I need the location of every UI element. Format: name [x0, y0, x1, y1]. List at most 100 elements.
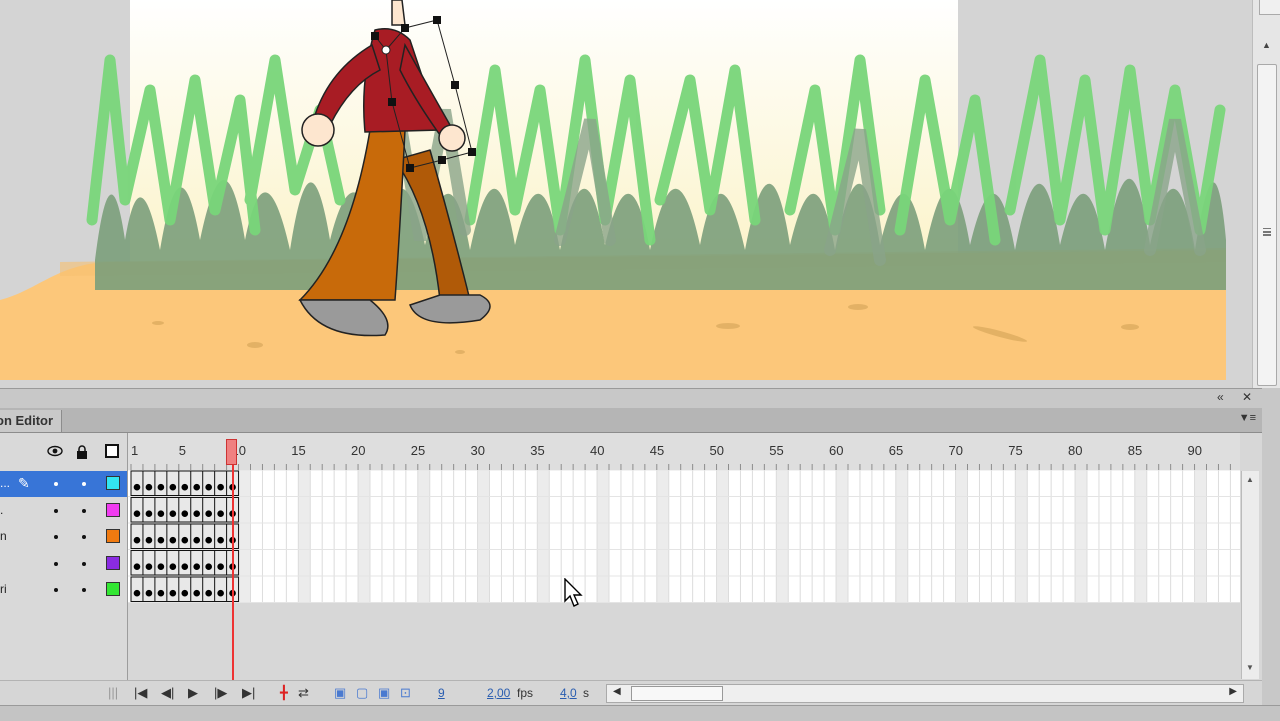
first-frame-icon[interactable]: |◀	[134, 685, 147, 701]
keyframe-dot	[145, 483, 153, 491]
keyframe-dot	[157, 483, 165, 491]
keyframe-span	[130, 470, 240, 496]
stage-vertical-scrollbar[interactable]: ▲	[1252, 0, 1280, 388]
loop-icon[interactable]: ⇄	[298, 685, 309, 701]
scroll-up-arrow-icon[interactable]: ▲	[1246, 475, 1254, 484]
outline-icon[interactable]	[105, 444, 119, 461]
play-icon[interactable]: ▶	[188, 685, 198, 701]
modify-markers-icon[interactable]: ⊡	[400, 685, 411, 701]
lock-icon[interactable]	[76, 445, 88, 462]
timeline-vertical-scrollbar[interactable]: ▲ ▼	[1241, 471, 1259, 679]
keyframe-dot	[217, 589, 224, 597]
layer-outline-color[interactable]	[106, 582, 120, 596]
keyframe-span	[130, 576, 240, 602]
frame-column-shade	[895, 470, 908, 603]
visibility-toggle[interactable]	[54, 535, 58, 539]
keyframe-dot	[157, 589, 165, 597]
frames-area[interactable]: 1 5 10 15 20 25 30 35 40 45 50 55 60 65 70 75 80 85 90	[128, 433, 1240, 680]
fps-unit: fps	[517, 686, 534, 700]
onion-outlines-icon[interactable]: ▢	[356, 685, 368, 701]
timeline-ruler[interactable]: 1 5 10 15 20 25 30 35 40 45 50 55 60 65 70 75 80 85 90	[128, 433, 1240, 470]
frame-column-shade	[238, 470, 251, 603]
scroll-left-arrow-icon[interactable]: ◀	[613, 686, 621, 697]
onion-skin-icon[interactable]: ▣	[334, 685, 346, 701]
scroll-down-arrow-icon[interactable]: ▼	[1246, 663, 1254, 672]
layer-name[interactable]: ri	[0, 582, 7, 596]
lock-toggle[interactable]	[82, 482, 86, 486]
collapse-panel-icon[interactable]: «	[1217, 390, 1224, 404]
keyframe-dot	[133, 563, 141, 571]
layer-outline-color[interactable]	[106, 476, 120, 490]
frame-column-shade	[477, 470, 490, 603]
stage-scroll-thumb[interactable]	[1257, 64, 1277, 386]
fps-value[interactable]: 2,00	[487, 686, 510, 700]
visibility-toggle[interactable]	[54, 561, 58, 566]
layer-name[interactable]: .	[0, 503, 3, 517]
playhead[interactable]	[226, 439, 238, 465]
keyframe-dot	[169, 563, 177, 571]
elapsed-time-value[interactable]: 4,0	[560, 686, 577, 700]
scroll-right-arrow-icon[interactable]: ▶	[1229, 686, 1237, 697]
keyframe-dot	[157, 563, 165, 571]
keyframe-dot	[145, 510, 153, 518]
stage-canvas[interactable]	[0, 0, 1253, 388]
frame-column-shade	[298, 470, 311, 603]
keyframe-dot	[193, 536, 201, 544]
frame-grid[interactable]	[128, 470, 1240, 605]
layer-outline-color[interactable]	[106, 529, 120, 543]
step-forward-icon[interactable]: |▶	[214, 685, 227, 701]
keyframe-dot	[169, 510, 177, 518]
close-panel-icon[interactable]: ✕	[1242, 390, 1252, 404]
current-frame-value[interactable]: 9	[438, 686, 445, 700]
resize-grip-icon: |||	[108, 685, 119, 700]
layer-outline-color[interactable]	[106, 502, 120, 517]
eye-icon[interactable]	[47, 445, 63, 460]
keyframe-dot	[217, 483, 224, 491]
step-back-icon[interactable]: ◀|	[161, 685, 174, 701]
lock-toggle[interactable]	[82, 508, 86, 513]
center-frame-icon[interactable]: ╋	[280, 685, 288, 701]
layer-row[interactable]: ri	[0, 577, 127, 603]
timeline-scroll-thumb[interactable]	[631, 686, 723, 701]
visibility-toggle[interactable]	[54, 588, 58, 592]
scroll-up-arrow-icon[interactable]: ▲	[1262, 40, 1271, 50]
frame-column-shade	[358, 470, 370, 603]
tab-label: on Editor	[0, 413, 54, 428]
keyframe-dot	[181, 589, 189, 597]
layer-name[interactable]: n	[0, 529, 7, 543]
panel-right-edge	[1262, 388, 1280, 705]
keyframe-dot	[181, 563, 189, 571]
layer-row[interactable]: ... ✎	[0, 471, 127, 497]
layer-row[interactable]: n	[0, 524, 127, 550]
visibility-toggle[interactable]	[54, 508, 58, 513]
layer-row[interactable]: .	[0, 498, 127, 524]
last-frame-icon[interactable]: ▶|	[242, 685, 255, 701]
layer-outline-color[interactable]	[106, 555, 120, 570]
panel-menu-icon[interactable]: ▼≡	[1239, 412, 1256, 424]
lock-toggle[interactable]	[82, 535, 86, 539]
timeline-horizontal-scrollbar[interactable]: ◀ ▶	[606, 684, 1244, 703]
frame-column-shade	[1134, 470, 1147, 603]
keyframe-dot	[217, 563, 224, 571]
grip-icon	[1263, 228, 1271, 230]
lock-toggle[interactable]	[82, 561, 86, 566]
tab-motion-editor[interactable]: on Editor	[0, 410, 63, 432]
stage-area[interactable]: ▲	[0, 0, 1280, 388]
layer-name[interactable]: ...	[0, 476, 10, 490]
layers-column: ... ✎. n ri	[0, 433, 128, 680]
keyframe-dot	[217, 536, 224, 544]
frame-column-shade	[776, 470, 789, 603]
keyframe-dot	[193, 589, 201, 597]
keyframe-dot	[133, 483, 141, 491]
pencil-icon: ✎	[18, 475, 30, 491]
lock-toggle[interactable]	[82, 588, 86, 592]
keyframe-dot	[169, 536, 177, 544]
layer-header	[0, 433, 127, 470]
frame-column-shade	[1015, 470, 1028, 603]
layer-row[interactable]	[0, 551, 127, 577]
scrollbar-top-tab[interactable]	[1259, 0, 1280, 15]
edit-multiple-frames-icon[interactable]: ▣	[378, 685, 390, 701]
visibility-toggle[interactable]	[54, 482, 58, 486]
keyframe-dot	[133, 589, 141, 597]
keyframe-span	[130, 550, 240, 576]
